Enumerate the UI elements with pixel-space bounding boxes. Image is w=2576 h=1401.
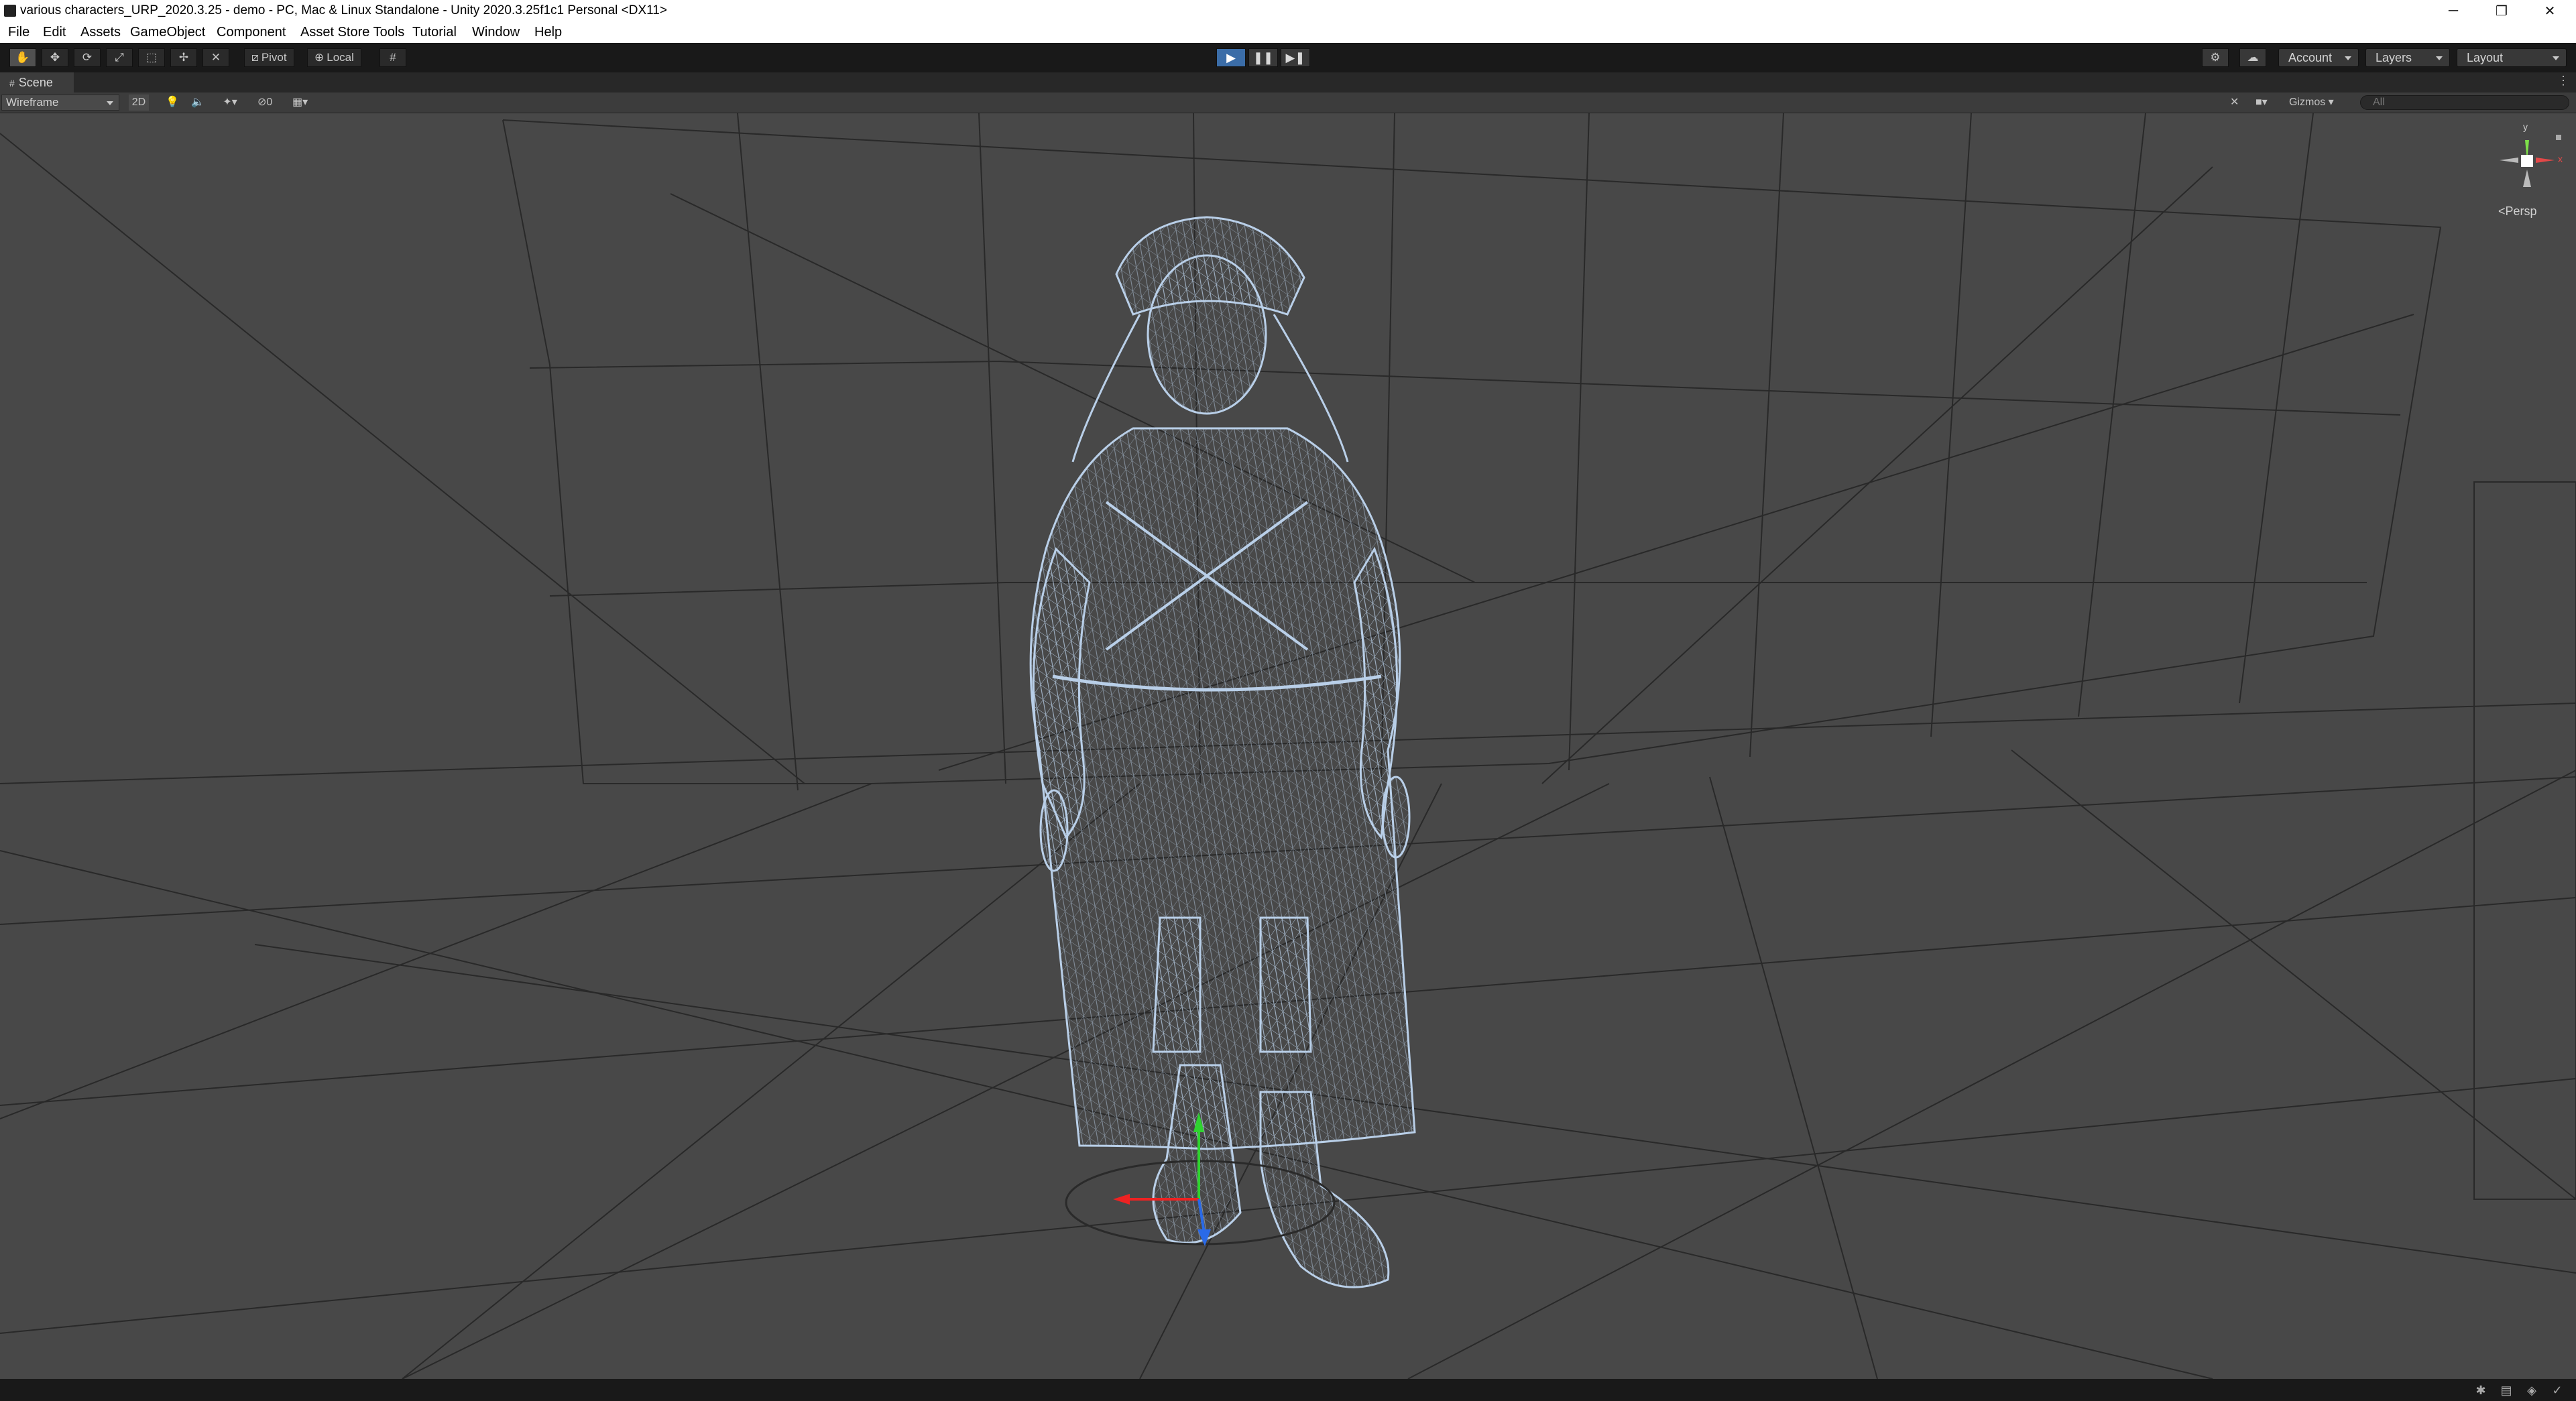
local-toggle[interactable]: ⊕ Local bbox=[307, 48, 361, 67]
gizmo-axis-x: x bbox=[2558, 154, 2563, 164]
gizmos-label: Gizmos bbox=[2289, 97, 2326, 108]
cloud-button[interactable]: ☁ bbox=[2239, 48, 2266, 67]
scene-tab-bar: # Scene ⋮ bbox=[0, 72, 2576, 93]
rotate-tool-icon: ⟳ bbox=[82, 51, 93, 64]
effects-dropdown[interactable]: ✦▾ bbox=[215, 95, 245, 111]
window-title-bar: various characters_URP_2020.3.25 - demo … bbox=[0, 0, 2576, 21]
pause-icon: ❚❚ bbox=[1252, 50, 1274, 64]
progress-icon[interactable]: ▤ bbox=[2500, 1384, 2513, 1397]
settings-gear-icon: ⚙ bbox=[2210, 51, 2221, 64]
local-label: Local bbox=[327, 51, 354, 64]
close-button[interactable]: ✕ bbox=[2520, 0, 2576, 21]
menu-edit[interactable]: Edit bbox=[43, 25, 66, 40]
toggle-2d-button[interactable]: 2D bbox=[129, 95, 149, 111]
check-icon[interactable]: ✓ bbox=[2551, 1384, 2564, 1397]
menu-gameobject[interactable]: GameObject bbox=[130, 25, 205, 40]
main-toolbar: ✋ ✥ ⟳ ⤢ ⬚ ✢ ✕ ⧄ Pivot ⊕ Local # ▶ ❚❚ ▶❚ ⚙ … bbox=[0, 43, 2576, 72]
menu-assets[interactable]: Assets bbox=[80, 25, 121, 40]
account-dropdown[interactable]: Account bbox=[2278, 48, 2359, 67]
move-tool-icon: ✥ bbox=[50, 51, 60, 64]
menu-file[interactable]: File bbox=[8, 25, 30, 40]
audio-toggle[interactable]: 🔈 bbox=[189, 95, 207, 111]
menu-asset-store-tools[interactable]: Asset Store Tools bbox=[300, 25, 404, 40]
scene-viewport[interactable]: y x <Persp bbox=[0, 113, 2576, 1379]
hand-tool-button[interactable]: ✋ bbox=[9, 48, 36, 67]
transform-tool-button[interactable]: ✢ bbox=[170, 48, 197, 67]
menu-tutorial[interactable]: Tutorial bbox=[412, 25, 457, 40]
cloud-icon: ☁ bbox=[2247, 51, 2259, 64]
tools-button[interactable]: ✕ bbox=[2230, 95, 2246, 111]
step-icon: ▶❚ bbox=[1285, 50, 1305, 64]
camera-dropdown[interactable]: ■▾ bbox=[2256, 95, 2282, 111]
pivot-toggle[interactable]: ⧄ Pivot bbox=[244, 48, 294, 67]
move-tool-button[interactable]: ✥ bbox=[42, 48, 68, 67]
pivot-icon: ⧄ bbox=[251, 51, 259, 64]
play-button[interactable]: ▶ bbox=[1216, 48, 1246, 67]
rotate-tool-button[interactable]: ⟳ bbox=[74, 48, 101, 67]
persp-back-icon: < bbox=[2498, 204, 2506, 218]
audio-icon: 🔈 bbox=[191, 97, 204, 108]
local-icon: ⊕ bbox=[314, 51, 325, 64]
axis-gizmo-icon bbox=[2500, 135, 2561, 187]
hidden-count: 0 bbox=[266, 97, 273, 108]
rect-tool-icon: ⬚ bbox=[145, 51, 158, 64]
pause-button[interactable]: ❚❚ bbox=[1248, 48, 1278, 67]
custom-tool-button[interactable]: ✕ bbox=[202, 48, 229, 67]
step-button[interactable]: ▶❚ bbox=[1281, 48, 1310, 67]
scene-search-input[interactable]: All bbox=[2360, 95, 2569, 110]
grid-snap-icon: # bbox=[390, 51, 396, 64]
menu-help[interactable]: Help bbox=[534, 25, 562, 40]
collab-icon[interactable]: ◈ bbox=[2525, 1384, 2538, 1397]
eye-slash-icon: ⊘ bbox=[257, 97, 267, 108]
scene-tab-label: Scene bbox=[18, 76, 53, 89]
play-icon: ▶ bbox=[1226, 50, 1236, 64]
tab-more-menu[interactable]: ⋮ bbox=[2557, 74, 2569, 88]
custom-tool-icon: ✕ bbox=[211, 51, 221, 64]
scene-orientation-gizmo[interactable]: y x bbox=[2475, 120, 2569, 207]
projection-toggle[interactable]: <Persp bbox=[2498, 204, 2537, 219]
scene-view-toolbar: Wireframe 2D 💡 🔈 ✦▾ ⊘0 ▦▾ ✕ ■▾ Gizmos ▾ … bbox=[0, 93, 2576, 113]
scale-tool-button[interactable]: ⤢ bbox=[106, 48, 133, 67]
scene-wireframe-canvas bbox=[0, 113, 2576, 1379]
wireframe-character bbox=[1029, 216, 1416, 1288]
wrench-icon: ✕ bbox=[2230, 97, 2239, 108]
hand-tool-icon: ✋ bbox=[15, 51, 30, 64]
rect-tool-button[interactable]: ⬚ bbox=[138, 48, 165, 67]
gizmos-dropdown[interactable]: Gizmos ▾ bbox=[2289, 95, 2353, 111]
hidden-objects-toggle[interactable]: ⊘0 bbox=[257, 95, 287, 111]
scene-camera-settings[interactable]: ▦▾ bbox=[292, 95, 326, 111]
lighting-toggle[interactable]: 💡 bbox=[164, 95, 181, 111]
tab-scene[interactable]: # Scene bbox=[0, 72, 74, 93]
services-button[interactable]: ⚙ bbox=[2202, 48, 2229, 67]
layers-dropdown[interactable]: Layers bbox=[2365, 48, 2450, 67]
unity-app-icon bbox=[4, 5, 16, 17]
transform-tool-icon: ✢ bbox=[178, 51, 189, 64]
gizmo-axis-y: y bbox=[2523, 121, 2528, 132]
scene-tab-icon: # bbox=[9, 78, 15, 88]
search-field-text: All bbox=[2373, 97, 2385, 108]
effects-icon: ✦▾ bbox=[223, 97, 237, 108]
debug-icon[interactable]: ✱ bbox=[2474, 1384, 2487, 1397]
status-bar: ✱ ▤ ◈ ✓ bbox=[0, 1379, 2576, 1401]
draw-mode-dropdown[interactable]: Wireframe bbox=[1, 95, 119, 111]
menu-window[interactable]: Window bbox=[472, 25, 520, 40]
grid-snap-button[interactable]: # bbox=[379, 48, 406, 67]
grid-icon: ▦▾ bbox=[292, 97, 308, 108]
projection-label: Persp bbox=[2505, 204, 2537, 218]
window-title: various characters_URP_2020.3.25 - demo … bbox=[20, 3, 667, 17]
pivot-label: Pivot bbox=[261, 51, 287, 64]
lightbulb-icon: 💡 bbox=[166, 97, 179, 108]
menu-bar: File Edit Assets GameObject Component As… bbox=[0, 21, 2576, 43]
layout-dropdown[interactable]: Layout bbox=[2457, 48, 2567, 67]
camera-icon: ■▾ bbox=[2256, 97, 2268, 108]
menu-component[interactable]: Component bbox=[217, 25, 286, 40]
scale-tool-icon: ⤢ bbox=[115, 51, 124, 64]
